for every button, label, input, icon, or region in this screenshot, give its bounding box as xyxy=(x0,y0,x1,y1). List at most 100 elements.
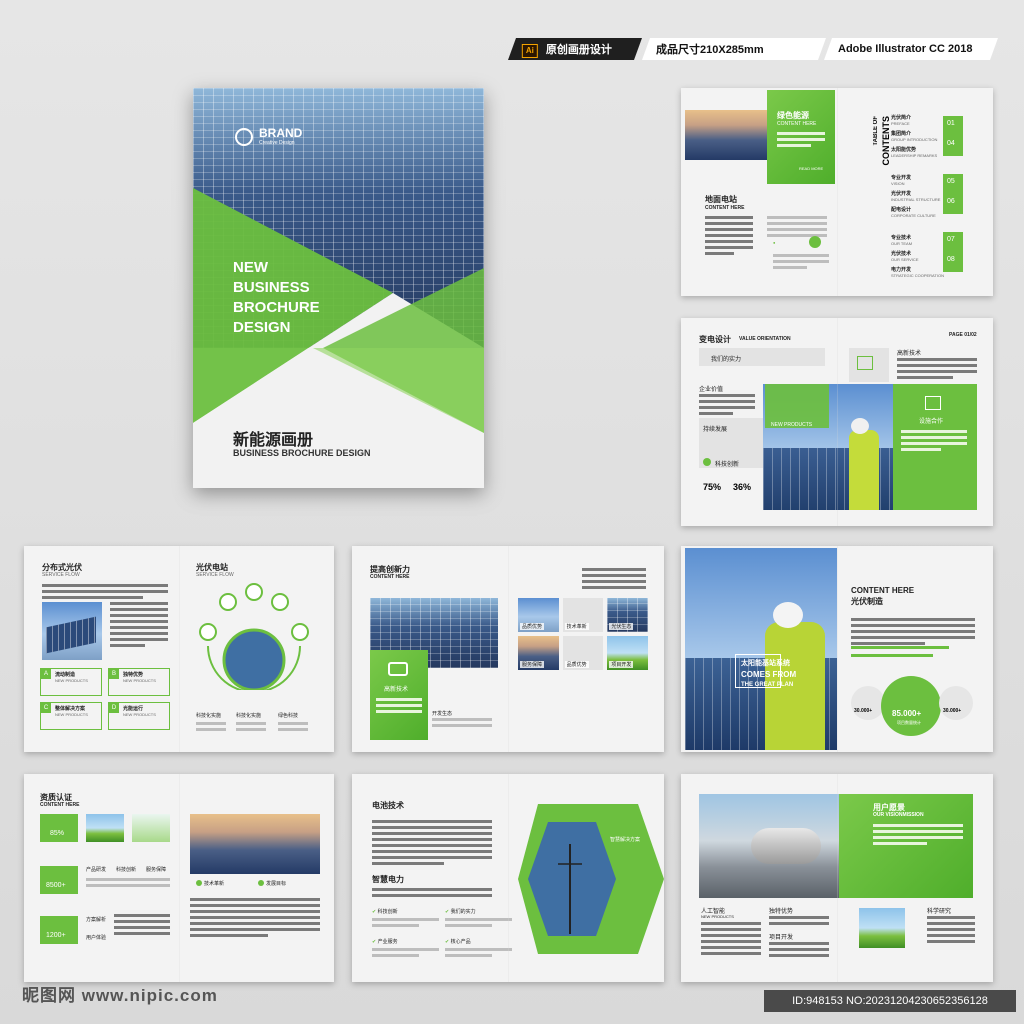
page-indicator: PAGE 01/02 xyxy=(949,332,977,338)
toc-item-title: 配电设计 xyxy=(891,207,912,213)
mid-label: 开发生态 xyxy=(432,711,453,717)
power-lines xyxy=(372,888,492,900)
toc-item: 光伏技术 OUR SERVICE xyxy=(891,250,947,262)
stat-value: 1200+ xyxy=(46,932,66,939)
progress-bar xyxy=(851,646,949,649)
spread-value: 变电设计 VALUE ORIENTATION 我们的实力 企业价值 持续发展 科… xyxy=(681,318,993,526)
hardhat-icon xyxy=(851,418,869,434)
green-label: 智慧解决方案 xyxy=(610,837,641,843)
stat-circle xyxy=(851,686,885,720)
spread-certification: 资质认证 CONTENT HERE 85% 8500+ 1200+ 产品研发 科… xyxy=(24,774,334,982)
stat-mid: 85.000+ xyxy=(892,709,922,718)
header-lines xyxy=(582,568,646,592)
label: 用户体验 xyxy=(86,935,107,941)
tile: 品质优势 xyxy=(562,636,604,670)
left-title: 地面电站 xyxy=(705,195,737,204)
spread-contents: 绿色能源 CONTENT HERE READ MORE 地面电站 CONTENT… xyxy=(681,88,993,296)
check-lines xyxy=(445,918,512,927)
hightech-lines xyxy=(897,358,977,382)
toc-number: 07 xyxy=(947,236,955,243)
software-label: Adobe Illustrator CC 2018 xyxy=(838,43,973,55)
headline-line: BUSINESS xyxy=(233,279,310,296)
spread-title: 变电设计 xyxy=(699,335,731,344)
grid-key: C xyxy=(41,703,51,713)
solar-grass-photo xyxy=(859,908,905,948)
new-products-label: NEW PRODUCTS xyxy=(771,422,813,428)
service-grid-cell: C 整体解决方案 NEW PRODUCTS xyxy=(40,702,102,730)
chat-icon xyxy=(388,662,408,676)
toc-label: TABLE OF xyxy=(873,116,879,146)
tech-label: 科技创新 xyxy=(715,462,740,468)
toc-item-sub: INDUSTRIAL STRUCTURE xyxy=(891,197,941,202)
overlay-sub2: THE GREAT PLAN xyxy=(741,682,794,688)
value-label: 企业价值 xyxy=(699,387,724,393)
spread-service-flow: 分布式光伏 SERVICE FLOW A 流动制造 NEW PRODUCTS B 独特优… xyxy=(24,546,334,752)
check-label: 核心产品 xyxy=(450,939,471,945)
toc-item-sub: LEADERSHIP REMARKS xyxy=(891,153,938,158)
bottom-label: 科技化实施 xyxy=(196,713,222,719)
grid-label: 独特优势 xyxy=(123,672,144,678)
cover-cn-title: 新能源画册 xyxy=(233,432,314,449)
vision-sub: OUR VISIONMISSION xyxy=(873,812,924,818)
toc-item: 配电设计 CORPORATE CULTURE xyxy=(891,206,947,218)
contents-label: CONTENTS xyxy=(881,116,891,166)
tile: 项目开发 xyxy=(607,636,648,670)
software-tag: Adobe Illustrator CC 2018 xyxy=(823,38,999,60)
toc-item-sub: CORPORATE CULTURE xyxy=(891,213,936,218)
check-lines xyxy=(372,918,439,927)
mid-text-lines-2 xyxy=(773,254,829,272)
stat-right: 30.000+ xyxy=(943,708,962,714)
check-lines xyxy=(445,948,512,957)
mid-label: ● xyxy=(773,240,776,245)
grid-sub: NEW PRODUCTS xyxy=(123,678,156,683)
toc-item: 光伏简介 PREFACE xyxy=(891,114,947,126)
hardhat-icon xyxy=(773,602,803,628)
col2-title: 独特优势 xyxy=(769,909,794,915)
strength-label: 我们的实力 xyxy=(711,357,742,363)
tile-label: 项目开发 xyxy=(609,661,634,668)
col2-lines xyxy=(769,916,829,928)
solar-sunset-photo xyxy=(685,110,767,160)
presentation-icon xyxy=(925,396,941,410)
cover-headline: NEW BUSINESS BROCHURE DESIGN xyxy=(233,258,320,338)
toc-item-title: 光伏技术 xyxy=(891,251,912,257)
grid-label: 流动制造 xyxy=(55,672,76,678)
service-grid: A 流动制造 NEW PRODUCTS B 独特优势 NEW PRODUCTS C 整体解决方… xyxy=(40,668,170,730)
hightech-label: 高新技术 xyxy=(897,351,922,357)
green-sub: CONTENT HERE xyxy=(777,121,817,127)
check-label: 产业服务 xyxy=(377,939,398,945)
toc-item-title: 电力开发 xyxy=(891,267,912,273)
bullet-icon xyxy=(258,880,264,886)
toc-item-sub: VISION xyxy=(891,181,905,186)
stat-box xyxy=(40,916,78,944)
check-lines xyxy=(372,948,439,957)
label-lines xyxy=(114,914,170,938)
right-label: 技术革新 xyxy=(204,881,225,887)
headline-line: DESIGN xyxy=(233,319,291,336)
toc-number: 08 xyxy=(947,256,955,263)
stat-box xyxy=(40,814,78,842)
right-sub: SERVICE FLOW xyxy=(196,572,234,578)
toc-item-title: 专业开发 xyxy=(891,175,912,181)
develop-label: 持续发展 xyxy=(703,427,728,433)
battery-lines xyxy=(372,820,492,868)
tile-label: 光伏生态 xyxy=(609,623,634,630)
size-label: 成品尺寸210X285mm xyxy=(656,44,764,56)
mid-lines xyxy=(432,718,492,730)
tile: 技术革新 xyxy=(562,598,604,632)
icon-label: 产品研发 xyxy=(86,867,107,873)
green-tech-label: 高新技术 xyxy=(384,687,409,693)
image-id-tag: ID:948153 NO:20231204230652356128 xyxy=(764,990,1016,1012)
check-label: 我们的实力 xyxy=(450,909,476,915)
toc-item-sub: OUR SERVICE xyxy=(891,257,919,262)
grid-label: 光能运行 xyxy=(123,706,144,712)
brochure-cover: BRAND Creative Design NEW BUSINESS BROCH… xyxy=(193,88,484,488)
toc-item-title: 专业技术 xyxy=(891,235,912,241)
toc-list: 光伏简介 PREFACE 集团简介 GROUP INTRODUCTION 太阳能优势 LE… xyxy=(891,114,947,294)
toc-item-sub: OUR TEAM xyxy=(891,241,913,246)
grid-sub: NEW PRODUCTS xyxy=(55,712,88,717)
toc-item: 专业技术 OUR TEAM xyxy=(891,234,947,246)
icon-label: 科技创新 xyxy=(116,867,137,873)
right-label: 发展目标 xyxy=(266,881,287,887)
bottom-lines xyxy=(196,722,226,734)
